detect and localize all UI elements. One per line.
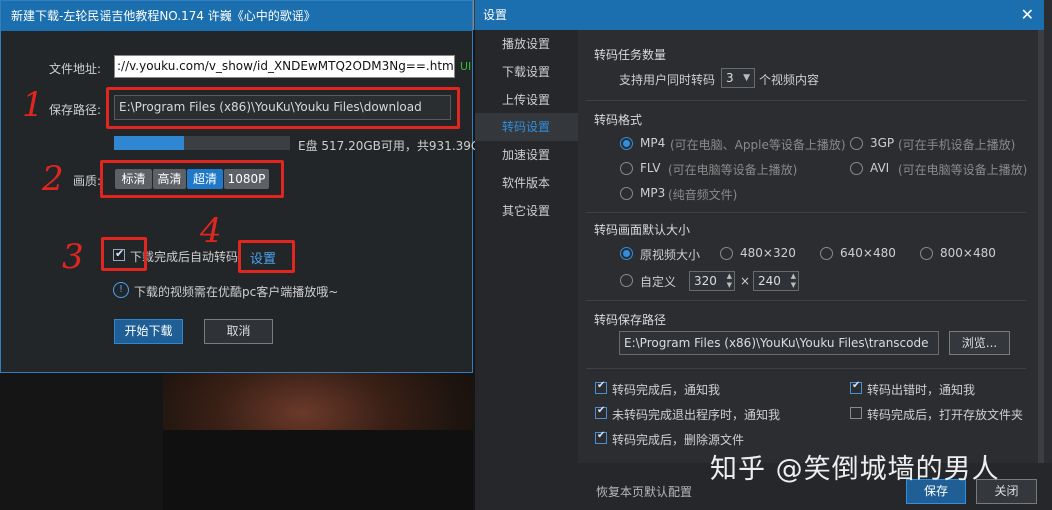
format-avi-name: AVI <box>870 161 890 175</box>
notify-error-checkbox[interactable] <box>850 380 862 394</box>
delete-source-checkbox[interactable] <box>595 430 607 444</box>
dialog-title: 新建下载-左轮民谣吉他教程NO.174 许巍《心中的歌谣》 <box>1 1 472 31</box>
annotation-box-2 <box>100 160 284 198</box>
start-download-button[interactable]: 开始下载 <box>114 319 183 344</box>
divider <box>586 212 1026 213</box>
size-800x480-radio[interactable] <box>920 247 933 260</box>
size-480x320-label: 480×320 <box>740 246 796 260</box>
format-mp3-name: MP3 <box>640 186 666 200</box>
size-800x480-label: 800×480 <box>940 246 996 260</box>
sidebar-item-transcode[interactable]: 转码设置 <box>475 113 578 141</box>
format-flv-note: (可在电脑等设备上播放) <box>668 163 798 177</box>
custom-width-stepper[interactable]: 320 ▲ ▼ <box>689 271 735 291</box>
format-3gp-note: (可在手机设备上播放) <box>898 138 1016 152</box>
settings-scrollbar[interactable] <box>1038 30 1044 463</box>
format-mp4-note: (可在电脑、Apple等设备上播放) <box>670 138 846 152</box>
custom-height-value: 240 <box>758 274 781 288</box>
task-count-heading: 转码任务数量 <box>594 48 667 62</box>
disk-usage-bar <box>114 136 290 150</box>
size-original-label: 原视频大小 <box>640 248 701 262</box>
format-flv-name: FLV <box>640 161 661 175</box>
quality-label: 画质: <box>73 174 102 188</box>
format-mp4-radio[interactable] <box>620 137 633 150</box>
stepper-arrows-icon: ▲ ▼ <box>726 272 732 289</box>
notify-complete-checkbox[interactable] <box>595 380 607 394</box>
disk-usage-fill <box>114 136 185 150</box>
task-count-select[interactable]: 3 ▼ <box>721 68 755 88</box>
transcode-path-input[interactable]: E:\Program Files (x86)\YouKu\Youku Files… <box>619 331 939 355</box>
settings-sidebar: 播放设置 下载设置 上传设置 转码设置 加速设置 软件版本 其它设置 <box>475 30 578 510</box>
transcode-path-heading: 转码保存路径 <box>594 313 667 327</box>
divider <box>586 100 1026 101</box>
size-heading: 转码画面默认大小 <box>594 223 691 237</box>
annotation-box-4 <box>238 240 295 273</box>
sidebar-item-acceleration[interactable]: 加速设置 <box>475 141 578 169</box>
format-mp3-note: (纯音频文件) <box>668 188 738 202</box>
url-label: 文件地址: <box>49 62 102 76</box>
close-icon[interactable]: ✕ <box>1021 6 1034 24</box>
cancel-button[interactable]: 取消 <box>204 319 273 344</box>
format-mp3-radio[interactable] <box>620 187 633 200</box>
annotation-number-4: 4 <box>200 211 222 251</box>
browse-button[interactable]: 浏览... <box>949 331 1010 355</box>
divider <box>586 300 1026 301</box>
sidebar-item-playback[interactable]: 播放设置 <box>475 30 578 58</box>
custom-height-stepper[interactable]: 240 ▲ ▼ <box>753 271 799 291</box>
delete-source-label: 转码完成后，删除源文件 <box>612 433 745 447</box>
format-mp4-name: MP4 <box>640 136 666 150</box>
chevron-down-icon: ▼ <box>743 73 750 83</box>
video-letterbox <box>163 430 473 510</box>
notify-exit-checkbox[interactable] <box>595 405 607 419</box>
save-path-label: 保存路径: <box>49 103 102 117</box>
size-640x480-radio[interactable] <box>820 247 833 260</box>
annotation-number-3: 3 <box>62 237 84 277</box>
format-3gp-radio[interactable] <box>850 137 863 150</box>
notify-complete-label: 转码完成后，通知我 <box>612 383 721 397</box>
reset-defaults-link[interactable]: 恢复本页默认配置 <box>596 483 692 500</box>
settings-title-text: 设置 <box>483 8 508 22</box>
notify-exit-label: 未转码完成退出程序时，通知我 <box>612 408 781 422</box>
info-text: 下载的视频需在优酷pc客户端播放哦~ <box>134 285 339 299</box>
size-custom-label: 自定义 <box>640 275 677 289</box>
size-original-radio[interactable] <box>620 247 633 260</box>
size-480x320-radio[interactable] <box>720 247 733 260</box>
info-icon: ! <box>113 282 129 298</box>
annotation-box-3 <box>101 237 147 271</box>
notify-error-label: 转码出错时，通知我 <box>867 383 976 397</box>
settings-title: 设置 ✕ <box>475 0 1044 30</box>
open-folder-checkbox[interactable] <box>850 407 862 419</box>
custom-times-sign: × <box>740 274 751 288</box>
annotation-number-1: 1 <box>22 85 44 125</box>
format-avi-radio[interactable] <box>850 162 863 175</box>
sidebar-item-download[interactable]: 下载设置 <box>475 58 578 86</box>
task-count-prefix: 支持用户同时转码 <box>619 73 716 87</box>
open-folder-label: 转码完成后，打开存放文件夹 <box>867 408 1024 422</box>
url-status: UI <box>460 60 472 73</box>
sidebar-item-version[interactable]: 软件版本 <box>475 169 578 197</box>
task-count-suffix: 个视频内容 <box>759 73 820 87</box>
sidebar-item-other[interactable]: 其它设置 <box>475 197 578 225</box>
annotation-box-1 <box>106 87 460 129</box>
disk-space-text: E盘 517.20GB可用，共931.39GB <box>298 139 489 153</box>
watermark: 知乎 @笑倒城墙的男人 <box>710 454 1000 485</box>
annotation-number-2: 2 <box>42 159 64 199</box>
task-count-value: 3 <box>726 71 734 85</box>
size-640x480-label: 640×480 <box>840 246 896 260</box>
size-custom-radio[interactable] <box>620 274 633 287</box>
divider <box>586 368 1026 369</box>
format-avi-note: (可在电脑等设备上播放) <box>898 163 1028 177</box>
url-input[interactable]: ://v.youku.com/v_show/id_XNDEwMTQ2ODM3Ng… <box>114 55 455 78</box>
stepper-arrows-icon: ▲ ▼ <box>790 272 796 289</box>
custom-width-value: 320 <box>694 274 717 288</box>
format-heading: 转码格式 <box>594 113 643 127</box>
format-flv-radio[interactable] <box>620 162 633 175</box>
sidebar-item-upload[interactable]: 上传设置 <box>475 86 578 114</box>
format-3gp-name: 3GP <box>870 136 895 150</box>
